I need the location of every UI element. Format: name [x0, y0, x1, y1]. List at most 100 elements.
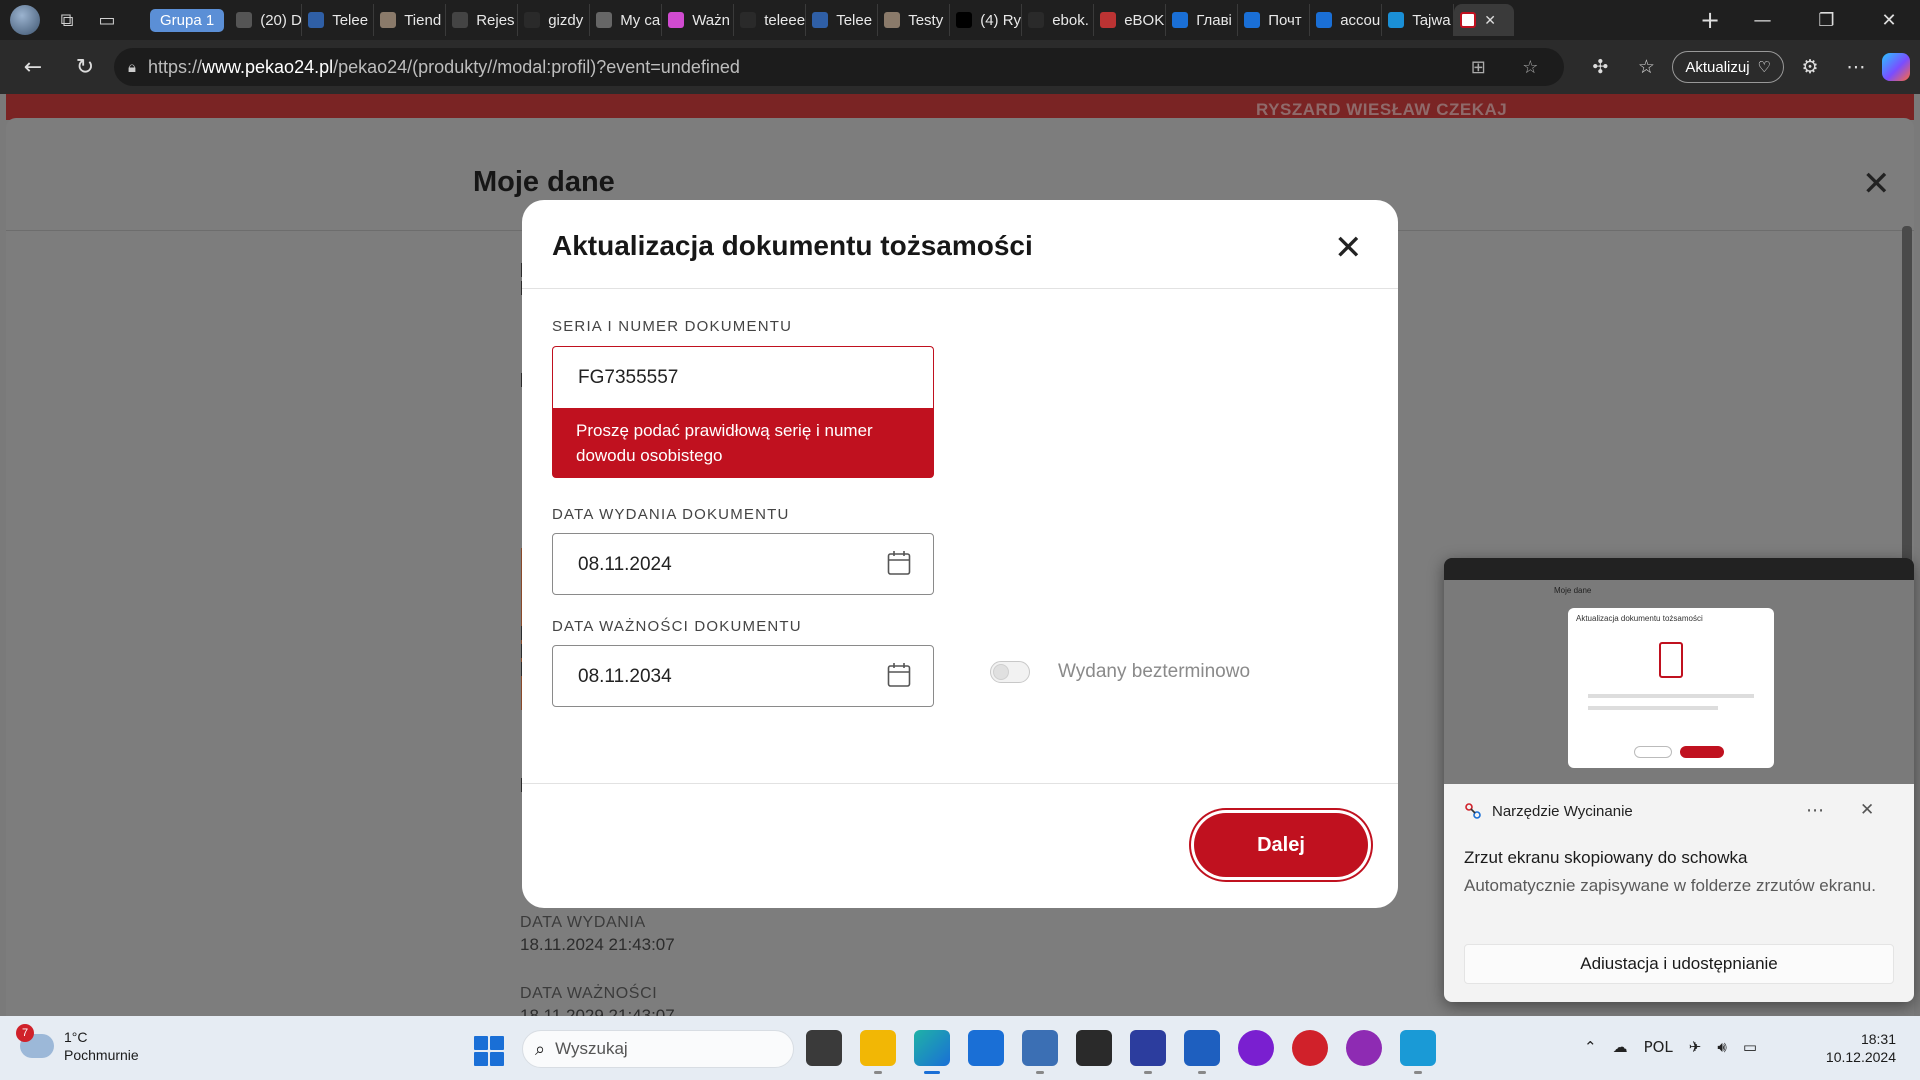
battery-icon[interactable]: ▭	[1743, 1038, 1757, 1056]
sheet-title: Moje dane	[473, 166, 615, 198]
notepad-icon[interactable]	[1400, 1030, 1436, 1074]
close-window-icon[interactable]: ✕	[1881, 10, 1896, 31]
terminal-icon[interactable]	[1076, 1030, 1112, 1066]
issue-date-input[interactable]: 08.11.2024	[552, 533, 934, 595]
tab-label: gizdy	[548, 11, 584, 29]
save-app-icon[interactable]	[1130, 1030, 1166, 1074]
favorites-icon[interactable]: ☆	[1626, 56, 1666, 78]
browser-tab[interactable]: Telee	[806, 4, 879, 36]
volume-icon[interactable]: 🔊︎	[1717, 1038, 1726, 1056]
taskbar-search[interactable]: ⌕ Wyszukaj	[522, 1030, 794, 1068]
calendar-icon[interactable]	[887, 662, 911, 688]
app-a-icon[interactable]	[1184, 1030, 1220, 1074]
more-menu-icon[interactable]: ⋯	[1836, 56, 1876, 78]
store-icon[interactable]	[968, 1030, 1004, 1066]
file-explorer-icon[interactable]	[860, 1030, 896, 1074]
browser-tab[interactable]: (20) D	[230, 4, 303, 36]
extensions-icon[interactable]: ✣	[1580, 56, 1620, 78]
github-icon[interactable]	[1346, 1030, 1382, 1066]
snip-notification: Moje dane Aktualizacja dokumentu tożsamo…	[1444, 558, 1914, 1002]
lock-icon[interactable]: 🔒︎	[128, 58, 136, 76]
tab-favicon-icon	[1388, 12, 1405, 28]
tab-group-chip[interactable]: Grupa 1	[150, 8, 225, 32]
tab-label: My ca	[620, 11, 661, 29]
language-indicator[interactable]: POL	[1644, 1038, 1673, 1056]
weather-widget[interactable]: 7 1°C Pochmurnie	[16, 1024, 139, 1064]
issue-date-field-label: DATA WYDANIA DOKUMENTU	[552, 506, 790, 523]
doc-number-input[interactable]: FG7355557	[552, 346, 934, 408]
tab-label: (20) D	[260, 11, 302, 29]
task-view-icon[interactable]	[806, 1030, 842, 1066]
tor-icon[interactable]	[1238, 1030, 1274, 1066]
expiry-date-input[interactable]: 08.11.2034	[552, 645, 934, 707]
copilot-icon[interactable]	[1882, 53, 1910, 81]
back-button[interactable]: ←	[10, 55, 56, 80]
address-toolbar: ← ↻ 🔒︎ https://www.pekao24.pl/pekao24/(p…	[0, 40, 1920, 94]
notif-more-icon[interactable]: ⋯	[1806, 800, 1824, 821]
browser-tab[interactable]: gizdy	[518, 4, 591, 36]
header-user-name: RYSZARD WIESŁAW CZEKAJ	[1256, 100, 1508, 119]
refresh-button[interactable]: ↻	[62, 55, 108, 80]
browser-tab[interactable]: teleee	[734, 4, 807, 36]
airplane-icon[interactable]: ✈	[1689, 1038, 1702, 1056]
notif-close-icon[interactable]: ✕	[1860, 800, 1874, 820]
expiry-date-label: DATA WAŻNOŚCI	[520, 985, 658, 1002]
indefinite-toggle-label[interactable]: Wydany bezterminowo	[1058, 661, 1250, 683]
onedrive-icon[interactable]: ☁	[1613, 1038, 1628, 1056]
close-tab-icon[interactable]: ✕	[1484, 12, 1496, 29]
browser-tab[interactable]: Главі	[1166, 4, 1239, 36]
browser-tab[interactable]: Почт	[1238, 4, 1311, 36]
browser-tab[interactable]: Ważn	[662, 4, 735, 36]
next-button[interactable]: Dalej	[1194, 813, 1368, 877]
app-available-icon[interactable]: ⊞	[1458, 57, 1498, 78]
tab-favicon-icon	[812, 12, 829, 28]
heart-icon: ♡	[1757, 59, 1771, 76]
modal-close-icon[interactable]: ✕	[1334, 228, 1363, 268]
new-tab-button[interactable]: +	[1690, 6, 1730, 34]
browser-tab[interactable]: Testy	[878, 4, 951, 36]
minimize-icon[interactable]: —	[1753, 10, 1771, 31]
edge-icon[interactable]	[914, 1030, 950, 1074]
performance-icon[interactable]: ⚙	[1790, 56, 1830, 78]
tab-label: Почт	[1268, 11, 1302, 29]
start-button[interactable]	[474, 1036, 504, 1066]
doc-number-value[interactable]: FG7355557	[578, 367, 678, 389]
clock[interactable]: 18:31 10.12.2024	[1810, 1030, 1896, 1066]
restore-icon[interactable]: ❐	[1818, 10, 1834, 31]
browser-tab[interactable]: Rejes	[446, 4, 519, 36]
browser-tab[interactable]: accou	[1310, 4, 1383, 36]
workspaces-icon[interactable]: ⧉	[54, 10, 80, 31]
time: 18:31	[1860, 1031, 1896, 1047]
issue-date-field-value[interactable]: 08.11.2024	[578, 554, 672, 576]
search-icon: ⌕	[535, 1038, 546, 1060]
chevron-up-icon[interactable]: ⌃	[1584, 1038, 1597, 1056]
browser-tab-active[interactable]: ✕	[1454, 4, 1515, 36]
screenshot-thumbnail[interactable]: Moje dane Aktualizacja dokumentu tożsamo…	[1444, 558, 1914, 784]
tab-actions-icon[interactable]: ▭	[94, 10, 120, 31]
browser-tab[interactable]: Telee	[302, 4, 375, 36]
cloud-icon: 7	[16, 1024, 54, 1058]
tab-label: accou	[1340, 11, 1381, 29]
update-button[interactable]: Aktualizuj ♡	[1672, 51, 1784, 83]
indefinite-toggle[interactable]	[990, 661, 1030, 683]
profile-avatar[interactable]	[10, 5, 40, 35]
favorite-star-icon[interactable]: ☆	[1510, 57, 1550, 78]
expiry-date-field-value[interactable]: 08.11.2034	[578, 666, 672, 688]
edit-share-button[interactable]: Adiustacja i udostępnianie	[1464, 944, 1894, 984]
date: 10.12.2024	[1825, 1049, 1896, 1065]
browser-tab[interactable]: (4) Ry	[950, 4, 1023, 36]
address-bar[interactable]: 🔒︎ https://www.pekao24.pl/pekao24/(produ…	[114, 48, 1565, 86]
browser-tab[interactable]: Tiend	[374, 4, 447, 36]
network-app-icon[interactable]	[1022, 1030, 1058, 1074]
sheet-close-icon[interactable]: ✕	[1862, 164, 1891, 204]
expiry-date-value: 18.11.2029 21:43:07	[520, 1006, 675, 1016]
calendar-icon[interactable]	[887, 550, 911, 576]
tab-favicon-icon	[1100, 12, 1117, 28]
url-text[interactable]: https://www.pekao24.pl/pekao24/(produkty…	[148, 57, 1446, 78]
browser-tab[interactable]: Tajwa	[1382, 4, 1455, 36]
tab-label: Rejes	[476, 11, 515, 29]
browser-tab[interactable]: ebok.	[1022, 4, 1095, 36]
browser-tab[interactable]: My ca	[590, 4, 663, 36]
red-app-icon[interactable]	[1292, 1030, 1328, 1066]
browser-tab[interactable]: eBOK	[1094, 4, 1167, 36]
